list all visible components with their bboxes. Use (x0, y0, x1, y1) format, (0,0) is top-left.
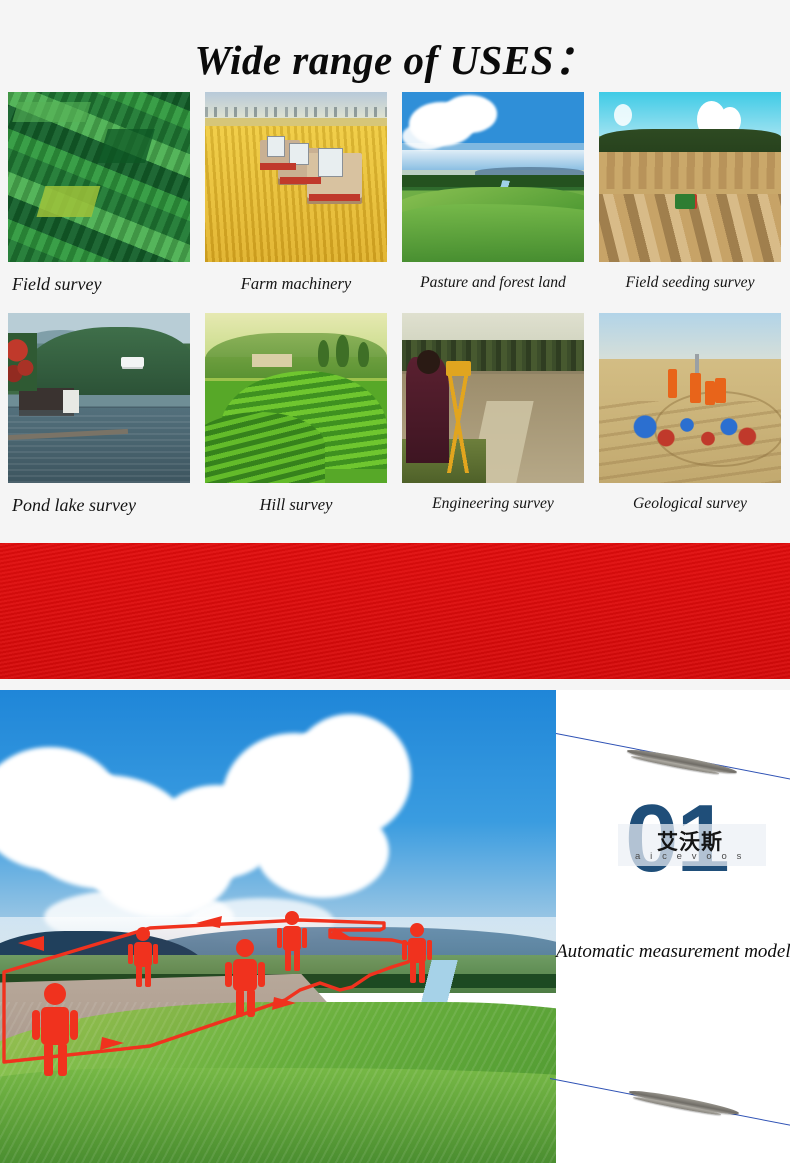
thumbnail-combine-harvesters (205, 92, 387, 262)
use-case-label: Farm machinery (240, 274, 352, 293)
use-case-engineering-survey[interactable]: Engineering survey (402, 313, 584, 513)
thumbnail-geological-crew-sand (599, 313, 781, 483)
use-case-label: Engineering survey (432, 495, 554, 512)
person-marker (402, 923, 432, 983)
use-case-label: Field survey (12, 274, 102, 294)
use-case-field-survey[interactable]: Field survey (8, 92, 190, 295)
use-case-label: Pond lake survey (12, 495, 136, 515)
thumbnail-tractor-seeding (599, 92, 781, 262)
direction-arrow (18, 936, 44, 951)
feature-caption: Automatic measurement model (556, 941, 790, 962)
uses-row: Pond lake survey Hill survey Engineering… (0, 313, 790, 534)
use-case-farm-machinery[interactable]: Farm machinery (205, 92, 387, 294)
thumbnail-grassland-river-valley (402, 92, 584, 262)
thumbnail-pond-boathouse-drone (8, 313, 190, 483)
use-case-label: Field seeding survey (625, 274, 755, 291)
thumbnail-surveyor-theodolite (402, 313, 584, 483)
thumbnail-aerial-farm-fields (8, 92, 190, 262)
product-detail-page: Wide range of USES： Field survey Farm ma… (0, 0, 790, 1163)
uses-row: Field survey Farm machinery Pasture and … (0, 92, 790, 313)
use-case-label: Hill survey (259, 495, 333, 514)
use-case-hill-survey[interactable]: Hill survey (205, 313, 387, 515)
use-case-pond-lake-survey[interactable]: Pond lake survey (8, 313, 190, 516)
uses-grid: Field survey Farm machinery Pasture and … (0, 92, 790, 534)
thumbnail-tea-terrace-hills (205, 313, 387, 483)
brand-name-en: a i c e v o o s (635, 851, 745, 862)
use-case-label: Pasture and forest land (420, 274, 566, 291)
use-case-pasture-forest-land[interactable]: Pasture and forest land (402, 92, 584, 292)
use-case-label: Geological survey (633, 495, 747, 512)
use-case-field-seeding-survey[interactable]: Field seeding survey (599, 92, 781, 292)
drone-icon (120, 357, 145, 368)
use-case-geological-survey[interactable]: Geological survey (599, 313, 781, 513)
red-divider-banner (0, 543, 790, 679)
survey-polygon-overlay (2, 911, 432, 1076)
page-title: Wide range of USES： (194, 37, 596, 83)
